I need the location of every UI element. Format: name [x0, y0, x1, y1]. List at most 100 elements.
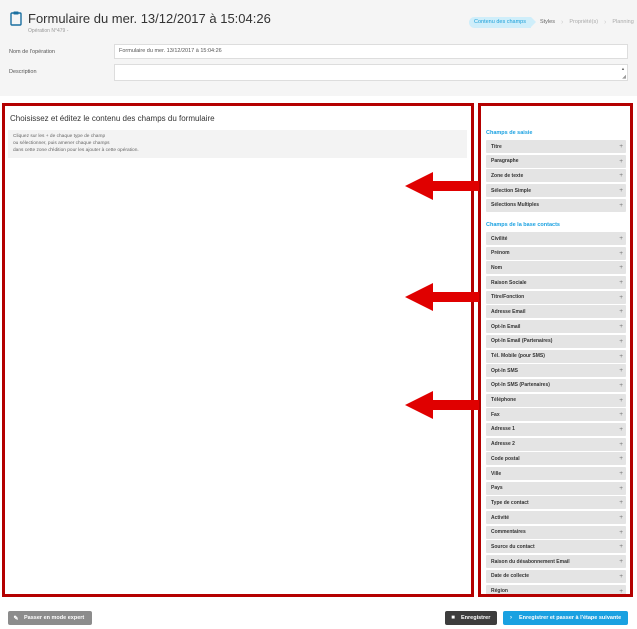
palette-field-item[interactable]: Prénom +: [486, 246, 626, 260]
palette-field-item[interactable]: Raison du désabonnement Email +: [486, 555, 626, 569]
plus-icon[interactable]: +: [619, 426, 623, 433]
palette-field-label: Titre/Fonction: [491, 294, 525, 301]
plus-icon[interactable]: +: [619, 588, 623, 595]
palette-field-item[interactable]: Raison Sociale +: [486, 276, 626, 290]
plus-icon[interactable]: +: [619, 529, 623, 536]
form-editor-zone[interactable]: Choisissez et éditez le contenu des cham…: [2, 103, 474, 597]
palette-field-item[interactable]: Civilité +: [486, 232, 626, 245]
palette-field-item[interactable]: Titre +: [486, 140, 626, 153]
step-planning[interactable]: Planning: [607, 17, 637, 28]
plus-icon[interactable]: +: [619, 323, 623, 330]
palette-field-item[interactable]: Téléphone +: [486, 393, 626, 407]
palette-field-label: Date de collecte: [491, 573, 530, 580]
palette-field-item[interactable]: Sélection Simple +: [486, 184, 626, 198]
palette-field-item[interactable]: Opt-In Email +: [486, 320, 626, 334]
palette-field-item[interactable]: Commentaires +: [486, 525, 626, 539]
step-separator: ›: [604, 19, 607, 26]
plus-icon[interactable]: +: [619, 338, 623, 345]
step-styles[interactable]: Styles: [535, 17, 560, 28]
step-content[interactable]: Contenu des champs: [469, 17, 536, 28]
palette-field-item[interactable]: Adresse 2 +: [486, 437, 626, 451]
plus-icon[interactable]: +: [619, 397, 623, 404]
palette-field-item[interactable]: Tél. Mobile (pour SMS) +: [486, 349, 626, 363]
operation-name-input[interactable]: Formulaire du mer. 13/12/2017 à 15:04:26: [114, 44, 628, 59]
hint-line: dans cette zone d'édition pour les ajout…: [13, 148, 139, 153]
palette-field-item[interactable]: Sélections Multiples +: [486, 198, 626, 212]
palette-field-label: Source du contact: [491, 543, 535, 550]
description-textarea[interactable]: ▲ ◢: [114, 64, 628, 81]
page-header: Formulaire du mer. 13/12/2017 à 15:04:26…: [0, 0, 637, 96]
palette-field-item[interactable]: Type de contact +: [486, 496, 626, 510]
plus-icon[interactable]: +: [619, 543, 623, 550]
palette-field-label: Opt-In SMS: [491, 367, 518, 374]
scroll-up-icon[interactable]: ▲: [621, 66, 625, 71]
palette-field-item[interactable]: Adresse 1 +: [486, 422, 626, 436]
palette-field-item[interactable]: Région +: [486, 584, 626, 595]
palette-field-label: Pays: [491, 485, 503, 492]
plus-icon[interactable]: +: [619, 382, 623, 389]
plus-icon[interactable]: +: [619, 308, 623, 315]
plus-icon[interactable]: +: [619, 143, 623, 150]
plus-icon[interactable]: +: [619, 411, 623, 418]
plus-icon[interactable]: +: [619, 367, 623, 374]
pencil-icon: ✎: [13, 615, 19, 622]
palette-field-label: Fax: [491, 411, 500, 418]
palette-field-label: Tél. Mobile (pour SMS): [491, 353, 545, 359]
palette-field-label: Activité: [491, 514, 510, 521]
save-next-button[interactable]: › Enregistrer et passer à l'étape suivan…: [503, 611, 628, 625]
save-label: Enregistrer: [461, 615, 491, 621]
plus-icon[interactable]: +: [619, 187, 623, 194]
palette-field-label: Raison Sociale: [491, 279, 527, 286]
save-button[interactable]: ■ Enregistrer: [445, 611, 497, 625]
palette-field-label: Paragraphe: [491, 158, 519, 165]
plus-icon[interactable]: +: [619, 441, 623, 448]
plus-icon[interactable]: +: [619, 235, 623, 242]
palette-field-item[interactable]: Opt-In Email (Partenaires) +: [486, 334, 626, 348]
plus-icon[interactable]: +: [619, 514, 623, 521]
palette-field-item[interactable]: Ville +: [486, 467, 626, 480]
plus-icon[interactable]: +: [619, 470, 623, 477]
plus-icon[interactable]: +: [619, 499, 623, 506]
palette-field-item[interactable]: Activité +: [486, 511, 626, 525]
palette-field-item[interactable]: Pays +: [486, 481, 626, 495]
plus-icon[interactable]: +: [619, 172, 623, 179]
wizard-steps: Contenu des champs Styles › Propriété(s)…: [469, 17, 637, 28]
plus-icon[interactable]: +: [619, 202, 623, 209]
palette-field-item[interactable]: Source du contact +: [486, 540, 626, 554]
palette-field-label: Titre: [491, 143, 502, 150]
operation-number: Opération N°479 -: [28, 28, 69, 34]
resize-grip-icon[interactable]: ◢: [622, 74, 626, 80]
step-properties[interactable]: Propriété(s): [564, 17, 603, 28]
expert-mode-label: Passer en mode expert: [24, 615, 85, 621]
palette-field-item[interactable]: Adresse Email +: [486, 305, 626, 319]
expert-mode-button[interactable]: ✎ Passer en mode expert: [8, 611, 92, 625]
plus-icon[interactable]: +: [619, 558, 623, 565]
plus-icon[interactable]: +: [619, 485, 623, 492]
input-fields-title: Champs de saisie: [486, 130, 533, 136]
palette-field-item[interactable]: Date de collecte +: [486, 569, 626, 583]
palette-field-item[interactable]: Opt-In SMS +: [486, 364, 626, 378]
arrow-left-icon: [405, 391, 479, 419]
plus-icon[interactable]: +: [619, 294, 623, 301]
step-separator: ›: [560, 19, 564, 26]
palette-field-label: Zone de texte: [491, 172, 524, 179]
plus-icon[interactable]: +: [619, 573, 623, 580]
palette-field-label: Prénom: [491, 250, 510, 257]
operation-name-label: Nom de l'opération: [9, 49, 55, 55]
palette-field-item[interactable]: Code postal +: [486, 452, 626, 466]
palette-field-item[interactable]: Paragraphe +: [486, 154, 626, 168]
plus-icon[interactable]: +: [619, 353, 623, 360]
plus-icon[interactable]: +: [619, 250, 623, 257]
palette-field-item[interactable]: Nom +: [486, 261, 626, 275]
palette-field-item[interactable]: Zone de texte +: [486, 169, 626, 183]
plus-icon[interactable]: +: [619, 264, 623, 271]
palette-field-item[interactable]: Titre/Fonction +: [486, 290, 626, 304]
palette-field-item[interactable]: Fax +: [486, 408, 626, 422]
chevron-right-icon: ›: [510, 615, 512, 621]
contact-fields-title: Champs de la base contacts: [486, 222, 560, 228]
field-palette: Champs de saisie Titre + Paragraphe + Zone d…: [478, 103, 633, 597]
palette-field-item[interactable]: Opt-In SMS (Partenaires) +: [486, 378, 626, 392]
plus-icon[interactable]: +: [619, 158, 623, 165]
plus-icon[interactable]: +: [619, 279, 623, 286]
plus-icon[interactable]: +: [619, 455, 623, 462]
